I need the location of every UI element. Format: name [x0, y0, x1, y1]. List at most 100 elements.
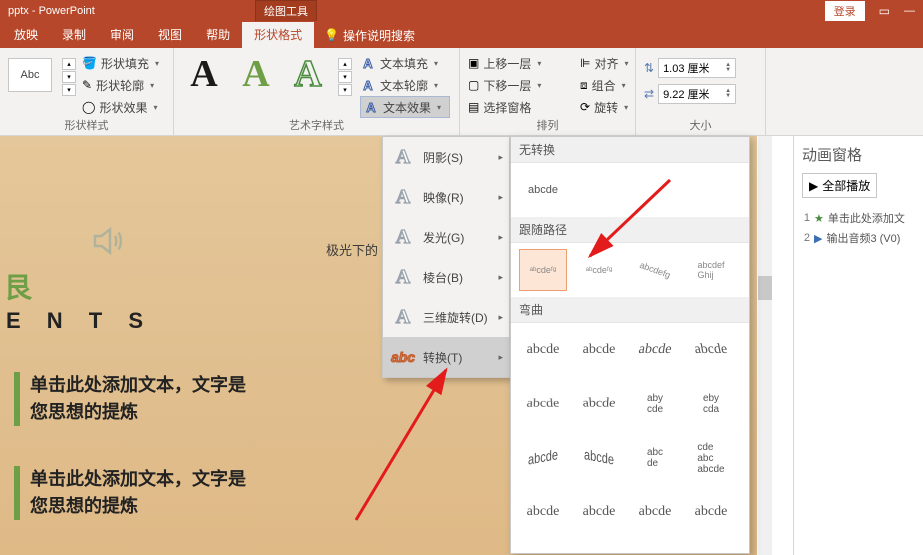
anim-index: 1 — [802, 212, 810, 224]
glow-icon: A — [393, 227, 413, 247]
transform-arch-down[interactable]: ᵃᵇcdeᶠᵍ — [575, 249, 623, 291]
wordart-gallery[interactable]: A A A — [182, 52, 330, 96]
warp-preset[interactable]: abcde — [631, 437, 679, 479]
text-fill-button[interactable]: A文本填充▾ — [360, 52, 450, 74]
menu-shadow[interactable]: A阴影(S)▸ — [383, 137, 509, 177]
height-icon: ⇅ — [644, 61, 654, 75]
section-no-transform: 无转换 — [511, 137, 749, 163]
warp-preset[interactable]: abcde — [519, 329, 567, 371]
warp-preset[interactable]: abcde — [575, 491, 623, 533]
wordart-down-icon[interactable]: ▾ — [338, 71, 352, 83]
tell-me[interactable]: 💡 操作说明搜索 — [314, 22, 425, 48]
speaker-icon[interactable] — [90, 221, 130, 261]
bring-forward-button[interactable]: ▣上移一层▾ — [468, 52, 578, 74]
transform-none[interactable]: abcde — [519, 169, 567, 211]
anim-index: 2 — [802, 232, 810, 244]
warp-preset[interactable]: abcde — [519, 437, 567, 479]
gallery-up-icon[interactable]: ▴ — [62, 58, 76, 70]
ribbon: Abc ▴ ▾ ▾ 🪣形状填充▾ ✎形状轮廓▾ ◯形状效果▾ 形状样式 A A … — [0, 48, 923, 136]
tab-view[interactable]: 视图 — [146, 22, 194, 48]
transform-flyout: 无转换 abcde 跟随路径 ᵃᵇcdeᶠᵍ ᵃᵇcdeᶠᵍ abcdefg a… — [510, 136, 750, 554]
tell-me-label: 操作说明搜索 — [343, 27, 415, 44]
gallery-down-icon[interactable]: ▾ — [62, 71, 76, 83]
section-warp: 弯曲 — [511, 297, 749, 323]
group-button[interactable]: ⧈组合▾ — [580, 74, 642, 96]
login-button[interactable]: 登录 — [825, 1, 865, 21]
warp-preset[interactable]: abcde — [515, 387, 571, 426]
warp-preset[interactable]: abcde — [575, 437, 623, 479]
content-line: 您思想的提炼 — [30, 399, 246, 426]
selection-pane-button[interactable]: ▤选择窗格 — [468, 96, 578, 118]
tab-slideshow[interactable]: 放映 — [2, 22, 50, 48]
text-outline-button[interactable]: A文本轮廓▾ — [360, 74, 450, 96]
tab-help[interactable]: 帮助 — [194, 22, 242, 48]
warp-preset[interactable]: abcde — [631, 491, 679, 533]
tab-record[interactable]: 录制 — [50, 22, 98, 48]
anim-item[interactable]: 1 ★ 单击此处添加文 — [802, 208, 915, 228]
warp-preset[interactable]: ebycda — [687, 383, 735, 425]
text-effects-button[interactable]: A文本效果▾ — [360, 96, 450, 118]
text-outline-icon: A — [360, 78, 376, 93]
tab-shape-format[interactable]: 形状格式 — [242, 22, 314, 48]
effects-icon: ◯ — [82, 100, 95, 114]
menu-glow[interactable]: A发光(G)▸ — [383, 217, 509, 257]
lightbulb-icon: 💡 — [324, 28, 339, 42]
play-all-button[interactable]: ▶全部播放 — [802, 173, 877, 198]
menu-transform[interactable]: abc转换(T)▸ — [383, 337, 509, 377]
shape-fill-button[interactable]: 🪣形状填充▾ — [82, 52, 159, 74]
minimize-icon[interactable]: — — [904, 5, 915, 17]
slide-scrollbar[interactable] — [758, 136, 772, 555]
warp-preset[interactable]: abcde — [683, 329, 738, 371]
content-line: 您思想的提炼 — [30, 493, 246, 520]
wordart-up-icon[interactable]: ▴ — [338, 58, 352, 70]
menu-bevel[interactable]: A棱台(B)▸ — [383, 257, 509, 297]
warp-preset[interactable]: abycde — [631, 383, 679, 425]
shape-effects-button[interactable]: ◯形状效果▾ — [82, 96, 159, 118]
warp-preset[interactable]: abcde — [571, 382, 627, 421]
pen-icon: ✎ — [82, 78, 92, 92]
anim-label: 单击此处添加文 — [828, 210, 905, 226]
warp-preset[interactable]: abcde — [627, 329, 682, 371]
warp-preset[interactable]: abcde — [687, 491, 735, 533]
content-block-2[interactable]: 单击此处添加文本，文字是 您思想的提炼 — [14, 466, 246, 520]
content-line: 单击此处添加文本，文字是 — [30, 372, 246, 399]
height-input[interactable]: 1.03 厘米▲▼ — [658, 58, 736, 78]
gallery-more-icon[interactable]: ▾ — [62, 84, 76, 96]
section-follow-path: 跟随路径 — [511, 217, 749, 243]
align-button[interactable]: ⊫对齐▾ — [580, 52, 642, 74]
rotate-icon: ⟳ — [580, 100, 590, 114]
menu-3d-rotation[interactable]: A三维旋转(D)▸ — [383, 297, 509, 337]
shape-style-gallery[interactable]: Abc — [8, 58, 52, 92]
transform-circle[interactable]: abcdefg — [631, 249, 679, 291]
transform-arch-up[interactable]: ᵃᵇcdeᶠᵍ — [519, 249, 567, 291]
transform-button[interactable]: abcdefGhij — [687, 249, 735, 291]
ribbon-display-icon[interactable]: ▭ — [879, 4, 890, 18]
bevel-icon: A — [393, 267, 413, 287]
height-value: 1.03 厘米 — [663, 60, 709, 76]
warp-preset[interactable]: cdeabcabcde — [687, 437, 735, 479]
content-block-1[interactable]: 单击此处添加文本，文字是 您思想的提炼 — [14, 372, 246, 426]
script-text: 极光下的 — [326, 240, 378, 259]
warp-preset[interactable]: abcde — [575, 329, 623, 371]
bucket-icon: 🪣 — [82, 56, 97, 70]
title-letters: E N T S — [6, 308, 153, 334]
selection-pane-icon: ▤ — [468, 100, 479, 114]
width-input[interactable]: 9.22 厘米▲▼ — [658, 84, 736, 104]
send-backward-button[interactable]: ▢下移一层▾ — [468, 74, 578, 96]
width-value: 9.22 厘米 — [663, 86, 709, 102]
warp-preset[interactable]: abcde — [519, 491, 567, 533]
group-label-shape-styles: 形状样式 — [0, 117, 173, 133]
rotate-button[interactable]: ⟳旋转▾ — [580, 96, 642, 118]
wordart-more-icon[interactable]: ▾ — [338, 84, 352, 96]
anim-label: 输出音频3 (V0) — [826, 230, 900, 246]
animation-pane: 动画窗格 ▶全部播放 1 ★ 单击此处添加文 2 ▶ 输出音频3 (V0) — [793, 136, 923, 555]
star-icon: ★ — [814, 212, 824, 225]
menu-reflection[interactable]: A映像(R)▸ — [383, 177, 509, 217]
anim-item[interactable]: 2 ▶ 输出音频3 (V0) — [802, 228, 915, 248]
app-title: pptx - PowerPoint — [8, 5, 95, 17]
title-char: 艮 — [0, 266, 32, 306]
tab-review[interactable]: 审阅 — [98, 22, 146, 48]
shape-outline-button[interactable]: ✎形状轮廓▾ — [82, 74, 159, 96]
ribbon-tabs: 放映 录制 审阅 视图 帮助 形状格式 💡 操作说明搜索 — [0, 22, 923, 48]
transform-icon: abc — [393, 347, 413, 367]
